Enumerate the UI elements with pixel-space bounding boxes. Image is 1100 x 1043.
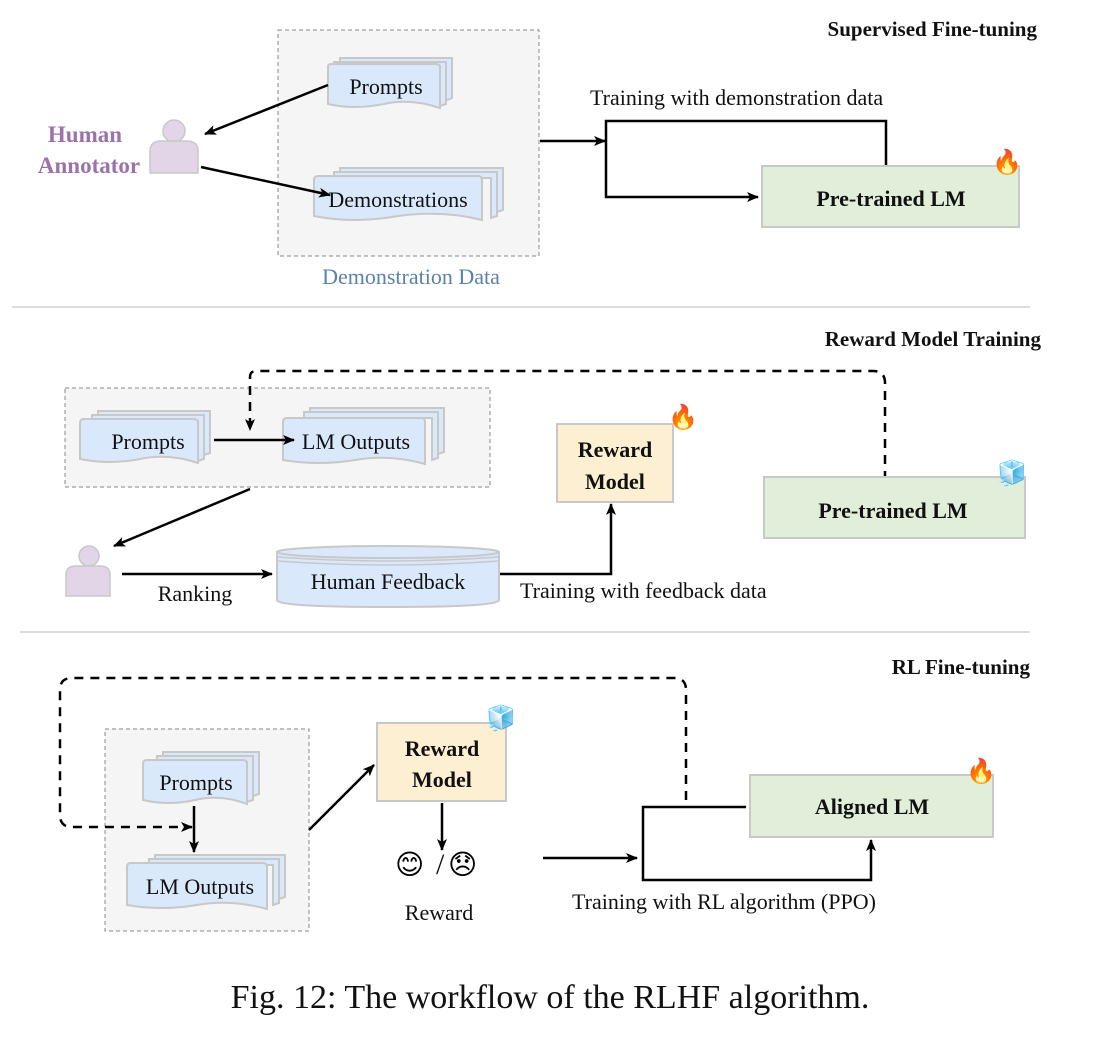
section-rl-fine-tuning: RL Fine-tuning Prompts LM Outputs Reward…	[58, 655, 1031, 932]
section-reward-model-training: Reward Model Training Prompts LM Outputs…	[64, 327, 1042, 609]
fire-icon: 🔥	[966, 757, 996, 785]
reward-separator: /	[436, 848, 445, 881]
reward-model-label-line2: Model	[412, 767, 472, 792]
smiling-face-icon: 😊	[395, 848, 424, 881]
lm-outputs-label: LM Outputs	[146, 874, 254, 899]
edge-label: Training with RL algorithm (PPO)	[572, 889, 876, 914]
model-label: Pre-trained LM	[816, 186, 966, 211]
prompts-doc: Prompts	[142, 751, 260, 806]
rlhf-diagram: Supervised Fine-tuning Demonstration Dat…	[12, 17, 1042, 1016]
demonstrations-label: Demonstrations	[328, 187, 467, 212]
frozen-model-label: Pre-trained LM	[818, 498, 968, 523]
section-title: Reward Model Training	[825, 327, 1042, 351]
human-feedback-label: Human Feedback	[311, 569, 466, 594]
section-title: Supervised Fine-tuning	[828, 17, 1038, 41]
prompts-doc: Prompts	[79, 410, 211, 465]
sad-face-icon: 😞	[448, 848, 477, 881]
arrow-outputs-to-reward-model	[308, 764, 375, 831]
figure-caption: Fig. 12: The workflow of the RLHF algori…	[231, 979, 870, 1016]
aligned-lm-label: Aligned LM	[815, 794, 930, 819]
annotator-label-line1: Human	[48, 122, 122, 147]
reward-model-label-line2: Model	[585, 469, 645, 494]
prompts-label: Prompts	[349, 74, 422, 99]
lm-outputs-doc: LM Outputs	[282, 407, 445, 466]
reward-model-label-line1: Reward	[578, 437, 653, 462]
edge-label: Training with feedback data	[520, 578, 767, 603]
prompts-doc: Prompts	[327, 57, 453, 110]
human-feedback-database: Human Feedback	[276, 545, 500, 609]
section-title: RL Fine-tuning	[892, 655, 1031, 679]
ice-cube-icon: 🧊	[997, 459, 1027, 487]
section-supervised-fine-tuning: Supervised Fine-tuning Demonstration Dat…	[38, 17, 1038, 289]
lm-outputs-doc: LM Outputs	[126, 854, 286, 911]
reward-signal: 😊 / 😞 Reward	[395, 848, 477, 925]
person-icon	[65, 545, 111, 597]
reward-model-label-line1: Reward	[405, 736, 480, 761]
arrow-feedback-to-reward-model	[500, 503, 616, 576]
group-label: Demonstration Data	[322, 264, 500, 289]
annotator-label-line2: Annotator	[38, 153, 140, 178]
fire-icon: 🔥	[668, 403, 698, 431]
lm-outputs-label: LM Outputs	[302, 429, 410, 454]
reward-label: Reward	[405, 900, 473, 925]
demonstrations-doc: Demonstrations	[313, 167, 504, 222]
ranking-label: Ranking	[158, 581, 233, 606]
fire-icon: 🔥	[992, 148, 1022, 176]
edge-label: Training with demonstration data	[590, 85, 883, 110]
person-icon	[149, 119, 199, 174]
ice-cube-icon: 🧊	[486, 704, 516, 732]
prompts-label: Prompts	[111, 429, 184, 454]
arrow-outputs-to-annotator	[113, 487, 251, 548]
prompts-label: Prompts	[159, 770, 232, 795]
